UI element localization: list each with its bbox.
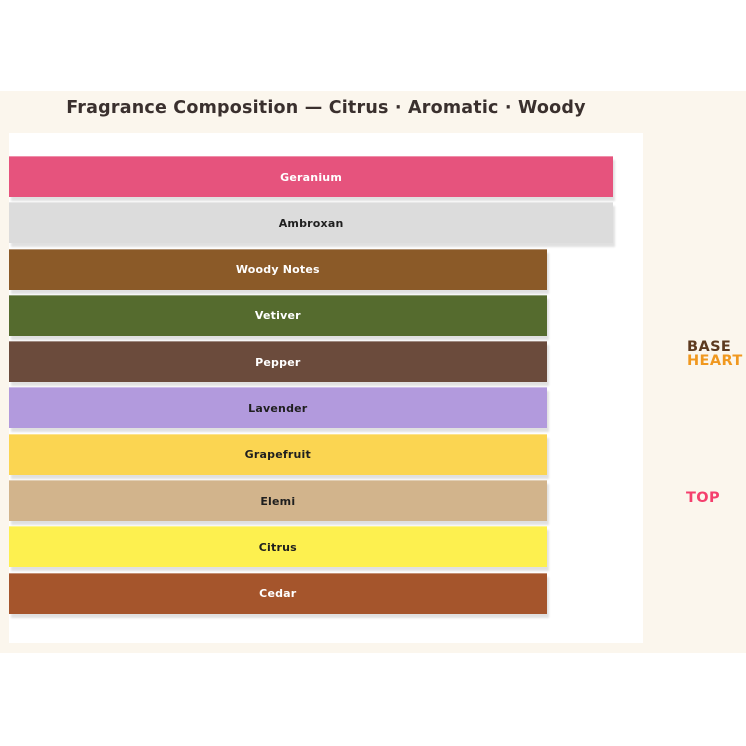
bar-vetiver: Vetiver — [9, 295, 547, 336]
bar-label: Ambroxan — [279, 217, 344, 230]
bar-ambroxan: Ambroxan — [9, 202, 613, 243]
bar-label: Cedar — [259, 587, 296, 600]
bar-label: Lavender — [248, 402, 307, 415]
bar-label: Pepper — [255, 356, 300, 369]
bars-container: Geranium Ambroxan Woody Notes Vetiver Pepper… — [9, 133, 643, 614]
bar-label: Vetiver — [255, 309, 301, 322]
group-label-heart: HEART — [687, 354, 743, 369]
bar-cedar: Cedar — [9, 573, 547, 614]
bar-grapefruit: Grapefruit — [9, 434, 547, 475]
bar-elemi: Elemi — [9, 480, 547, 521]
chart-plot-area: Geranium Ambroxan Woody Notes Vetiver Pepper… — [9, 133, 643, 643]
bar-woody-notes: Woody Notes — [9, 249, 547, 290]
bar-lavender: Lavender — [9, 387, 547, 428]
bar-pepper: Pepper — [9, 341, 547, 382]
bar-citrus: Citrus — [9, 526, 547, 567]
chart-title: Fragrance Composition — Citrus · Aromati… — [9, 98, 643, 118]
bar-label: Citrus — [259, 541, 297, 554]
bar-geranium: Geranium — [9, 156, 613, 197]
bar-label: Grapefruit — [245, 448, 311, 461]
bar-label: Geranium — [280, 171, 342, 184]
group-label-top: TOP — [686, 491, 720, 506]
bar-label: Woody Notes — [236, 263, 320, 276]
bar-label: Elemi — [260, 495, 295, 508]
